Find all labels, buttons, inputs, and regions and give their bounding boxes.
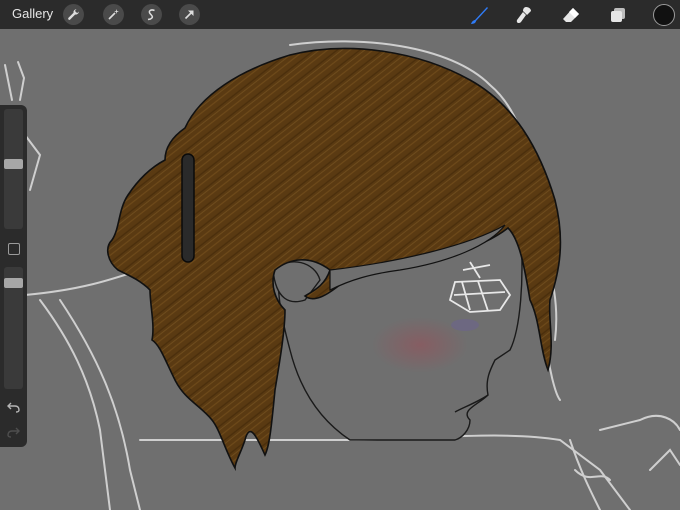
selection-icon[interactable] <box>141 4 162 25</box>
transform-arrow-icon[interactable] <box>179 4 200 25</box>
opacity-thumb[interactable] <box>4 278 23 289</box>
color-picker-swatch[interactable] <box>653 4 675 26</box>
magic-wand-icon[interactable] <box>103 4 124 25</box>
drawing-canvas[interactable] <box>0 29 680 510</box>
brush-size-slider[interactable] <box>4 109 23 229</box>
brush-icon[interactable] <box>467 3 491 27</box>
redo-icon[interactable] <box>6 425 21 439</box>
smudge-icon[interactable] <box>512 3 536 27</box>
brush-size-thumb[interactable] <box>4 158 23 169</box>
gallery-button[interactable]: Gallery <box>12 6 53 21</box>
eraser-icon[interactable] <box>559 3 583 27</box>
layers-icon[interactable] <box>606 3 630 27</box>
wrench-icon[interactable] <box>63 4 84 25</box>
top-toolbar: Gallery <box>0 0 680 29</box>
left-sidebar <box>0 105 27 447</box>
undo-icon[interactable] <box>6 400 21 414</box>
modify-button[interactable] <box>8 243 20 255</box>
